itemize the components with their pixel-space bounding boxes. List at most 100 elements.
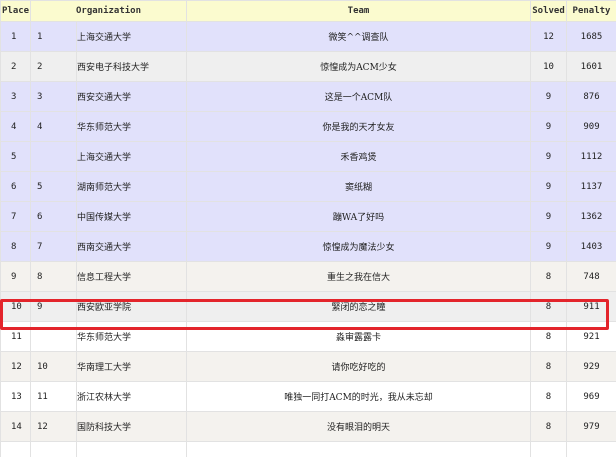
table-row[interactable]: 7 6 中国传媒大学 蹦WA了好吗 9 1362 bbox=[0, 201, 616, 232]
penalty-cell: 909 bbox=[566, 111, 616, 142]
solved-cell: 8 bbox=[530, 411, 567, 442]
table-row[interactable]: 12 10 华南理工大学 请你吃好吃的 8 929 bbox=[0, 351, 616, 382]
header-place[interactable]: Place bbox=[0, 0, 31, 22]
organization-cell: 华东师范大学 bbox=[76, 111, 187, 142]
penalty-cell: 979 bbox=[566, 411, 616, 442]
organization-cell: 西南交通大学 bbox=[76, 231, 187, 262]
penalty-cell: 911 bbox=[566, 291, 616, 322]
penalty-cell bbox=[566, 441, 616, 457]
table-row[interactable]: 6 5 湖南师范大学 窦纸糊 9 1137 bbox=[0, 171, 616, 202]
organization-cell: 上海交通大学 bbox=[76, 141, 187, 172]
organization-cell: 湖南师范大学 bbox=[76, 171, 187, 202]
place-cell: 13 bbox=[0, 381, 31, 412]
solved-cell: 9 bbox=[530, 171, 567, 202]
rank-cell: 1 bbox=[30, 21, 77, 52]
rank-cell bbox=[30, 441, 77, 457]
solved-cell: 9 bbox=[530, 111, 567, 142]
rank-cell: 5 bbox=[30, 171, 77, 202]
team-cell: 微笑^^调查队 bbox=[186, 21, 531, 52]
header-organization[interactable]: Organization bbox=[30, 0, 187, 22]
rank-cell: 9 bbox=[30, 291, 77, 322]
organization-cell: 国防科技大学 bbox=[76, 411, 187, 442]
solved-cell: 9 bbox=[530, 141, 567, 172]
table-row[interactable]: 5 上海交通大学 禾香鸡煲 9 1112 bbox=[0, 141, 616, 172]
solved-cell: 8 bbox=[530, 261, 567, 292]
table-row[interactable]: 10 9 西安欧亚学院 緊闭的恋之瞳 8 911 bbox=[0, 291, 616, 322]
penalty-cell: 1601 bbox=[566, 51, 616, 82]
rank-cell: 11 bbox=[30, 381, 77, 412]
table-row[interactable]: 4 4 华东师范大学 你是我的天才女友 9 909 bbox=[0, 111, 616, 142]
table-row[interactable]: 14 12 国防科技大学 没有眼泪的明天 8 979 bbox=[0, 411, 616, 442]
team-cell: 禾香鸡煲 bbox=[186, 141, 531, 172]
table-row[interactable]: 8 7 西南交通大学 惊惶成为魔法少女 9 1403 bbox=[0, 231, 616, 262]
organization-cell: 上海交通大学 bbox=[76, 21, 187, 52]
place-cell: 10 bbox=[0, 291, 31, 322]
solved-cell: 9 bbox=[530, 81, 567, 112]
rank-cell: 12 bbox=[30, 411, 77, 442]
penalty-cell: 929 bbox=[566, 351, 616, 382]
team-cell: 请你吃好吃的 bbox=[186, 351, 531, 382]
organization-cell: 西安交通大学 bbox=[76, 81, 187, 112]
rank-cell bbox=[30, 141, 77, 172]
solved-cell: 8 bbox=[530, 351, 567, 382]
place-cell: 2 bbox=[0, 51, 31, 82]
team-cell: 惊惶成为ACM少女 bbox=[186, 51, 531, 82]
table-row[interactable]: 2 2 西安电子科技大学 惊惶成为ACM少女 10 1601 bbox=[0, 51, 616, 82]
team-cell: 重生之我在信大 bbox=[186, 261, 531, 292]
team-cell: 这是一个ACM队 bbox=[186, 81, 531, 112]
place-cell: 11 bbox=[0, 321, 31, 352]
organization-cell: 西安欧亚学院 bbox=[76, 291, 187, 322]
header-solved[interactable]: Solved bbox=[530, 0, 567, 22]
penalty-cell: 1403 bbox=[566, 231, 616, 262]
table-row[interactable]: 13 11 浙江农林大学 唯独一同打ACM的时光，我从未忘却 8 969 bbox=[0, 381, 616, 412]
table-row[interactable]: 11 华东师范大学 淼审露露卡 8 921 bbox=[0, 321, 616, 352]
team-cell: 緊闭的恋之瞳 bbox=[186, 291, 531, 322]
team-cell bbox=[186, 441, 531, 457]
rank-cell: 8 bbox=[30, 261, 77, 292]
team-cell: 窦纸糊 bbox=[186, 171, 531, 202]
header-team[interactable]: Team bbox=[186, 0, 531, 22]
header-row: Place Organization Team Solved Penalty bbox=[0, 0, 616, 22]
team-cell: 没有眼泪的明天 bbox=[186, 411, 531, 442]
team-cell: 淼审露露卡 bbox=[186, 321, 531, 352]
team-cell: 你是我的天才女友 bbox=[186, 111, 531, 142]
solved-cell: 12 bbox=[530, 21, 567, 52]
rank-cell: 2 bbox=[30, 51, 77, 82]
organization-cell: 华东师范大学 bbox=[76, 321, 187, 352]
penalty-cell: 969 bbox=[566, 381, 616, 412]
solved-cell: 9 bbox=[530, 231, 567, 262]
place-cell bbox=[0, 441, 31, 457]
rank-cell: 3 bbox=[30, 81, 77, 112]
rank-cell: 4 bbox=[30, 111, 77, 142]
solved-cell: 8 bbox=[530, 381, 567, 412]
penalty-cell: 1362 bbox=[566, 201, 616, 232]
place-cell: 9 bbox=[0, 261, 31, 292]
penalty-cell: 921 bbox=[566, 321, 616, 352]
penalty-cell: 748 bbox=[566, 261, 616, 292]
penalty-cell: 876 bbox=[566, 81, 616, 112]
team-cell: 惊惶成为魔法少女 bbox=[186, 231, 531, 262]
table-row[interactable] bbox=[0, 441, 616, 457]
table-row[interactable]: 1 1 上海交通大学 微笑^^调查队 12 1685 bbox=[0, 21, 616, 52]
table-row[interactable]: 9 8 信息工程大学 重生之我在信大 8 748 bbox=[0, 261, 616, 292]
place-cell: 1 bbox=[0, 21, 31, 52]
solved-cell: 10 bbox=[530, 51, 567, 82]
penalty-cell: 1112 bbox=[566, 141, 616, 172]
organization-cell bbox=[76, 441, 187, 457]
place-cell: 7 bbox=[0, 201, 31, 232]
solved-cell: 8 bbox=[530, 291, 567, 322]
place-cell: 5 bbox=[0, 141, 31, 172]
scoreboard-table: Place Organization Team Solved Penalty 1… bbox=[0, 0, 616, 457]
team-cell: 唯独一同打ACM的时光，我从未忘却 bbox=[186, 381, 531, 412]
solved-cell bbox=[530, 441, 567, 457]
solved-cell: 9 bbox=[530, 201, 567, 232]
organization-cell: 西安电子科技大学 bbox=[76, 51, 187, 82]
organization-cell: 中国传媒大学 bbox=[76, 201, 187, 232]
table-row[interactable]: 3 3 西安交通大学 这是一个ACM队 9 876 bbox=[0, 81, 616, 112]
header-penalty[interactable]: Penalty bbox=[566, 0, 616, 22]
place-cell: 12 bbox=[0, 351, 31, 382]
organization-cell: 浙江农林大学 bbox=[76, 381, 187, 412]
organization-cell: 华南理工大学 bbox=[76, 351, 187, 382]
rank-cell: 10 bbox=[30, 351, 77, 382]
place-cell: 3 bbox=[0, 81, 31, 112]
